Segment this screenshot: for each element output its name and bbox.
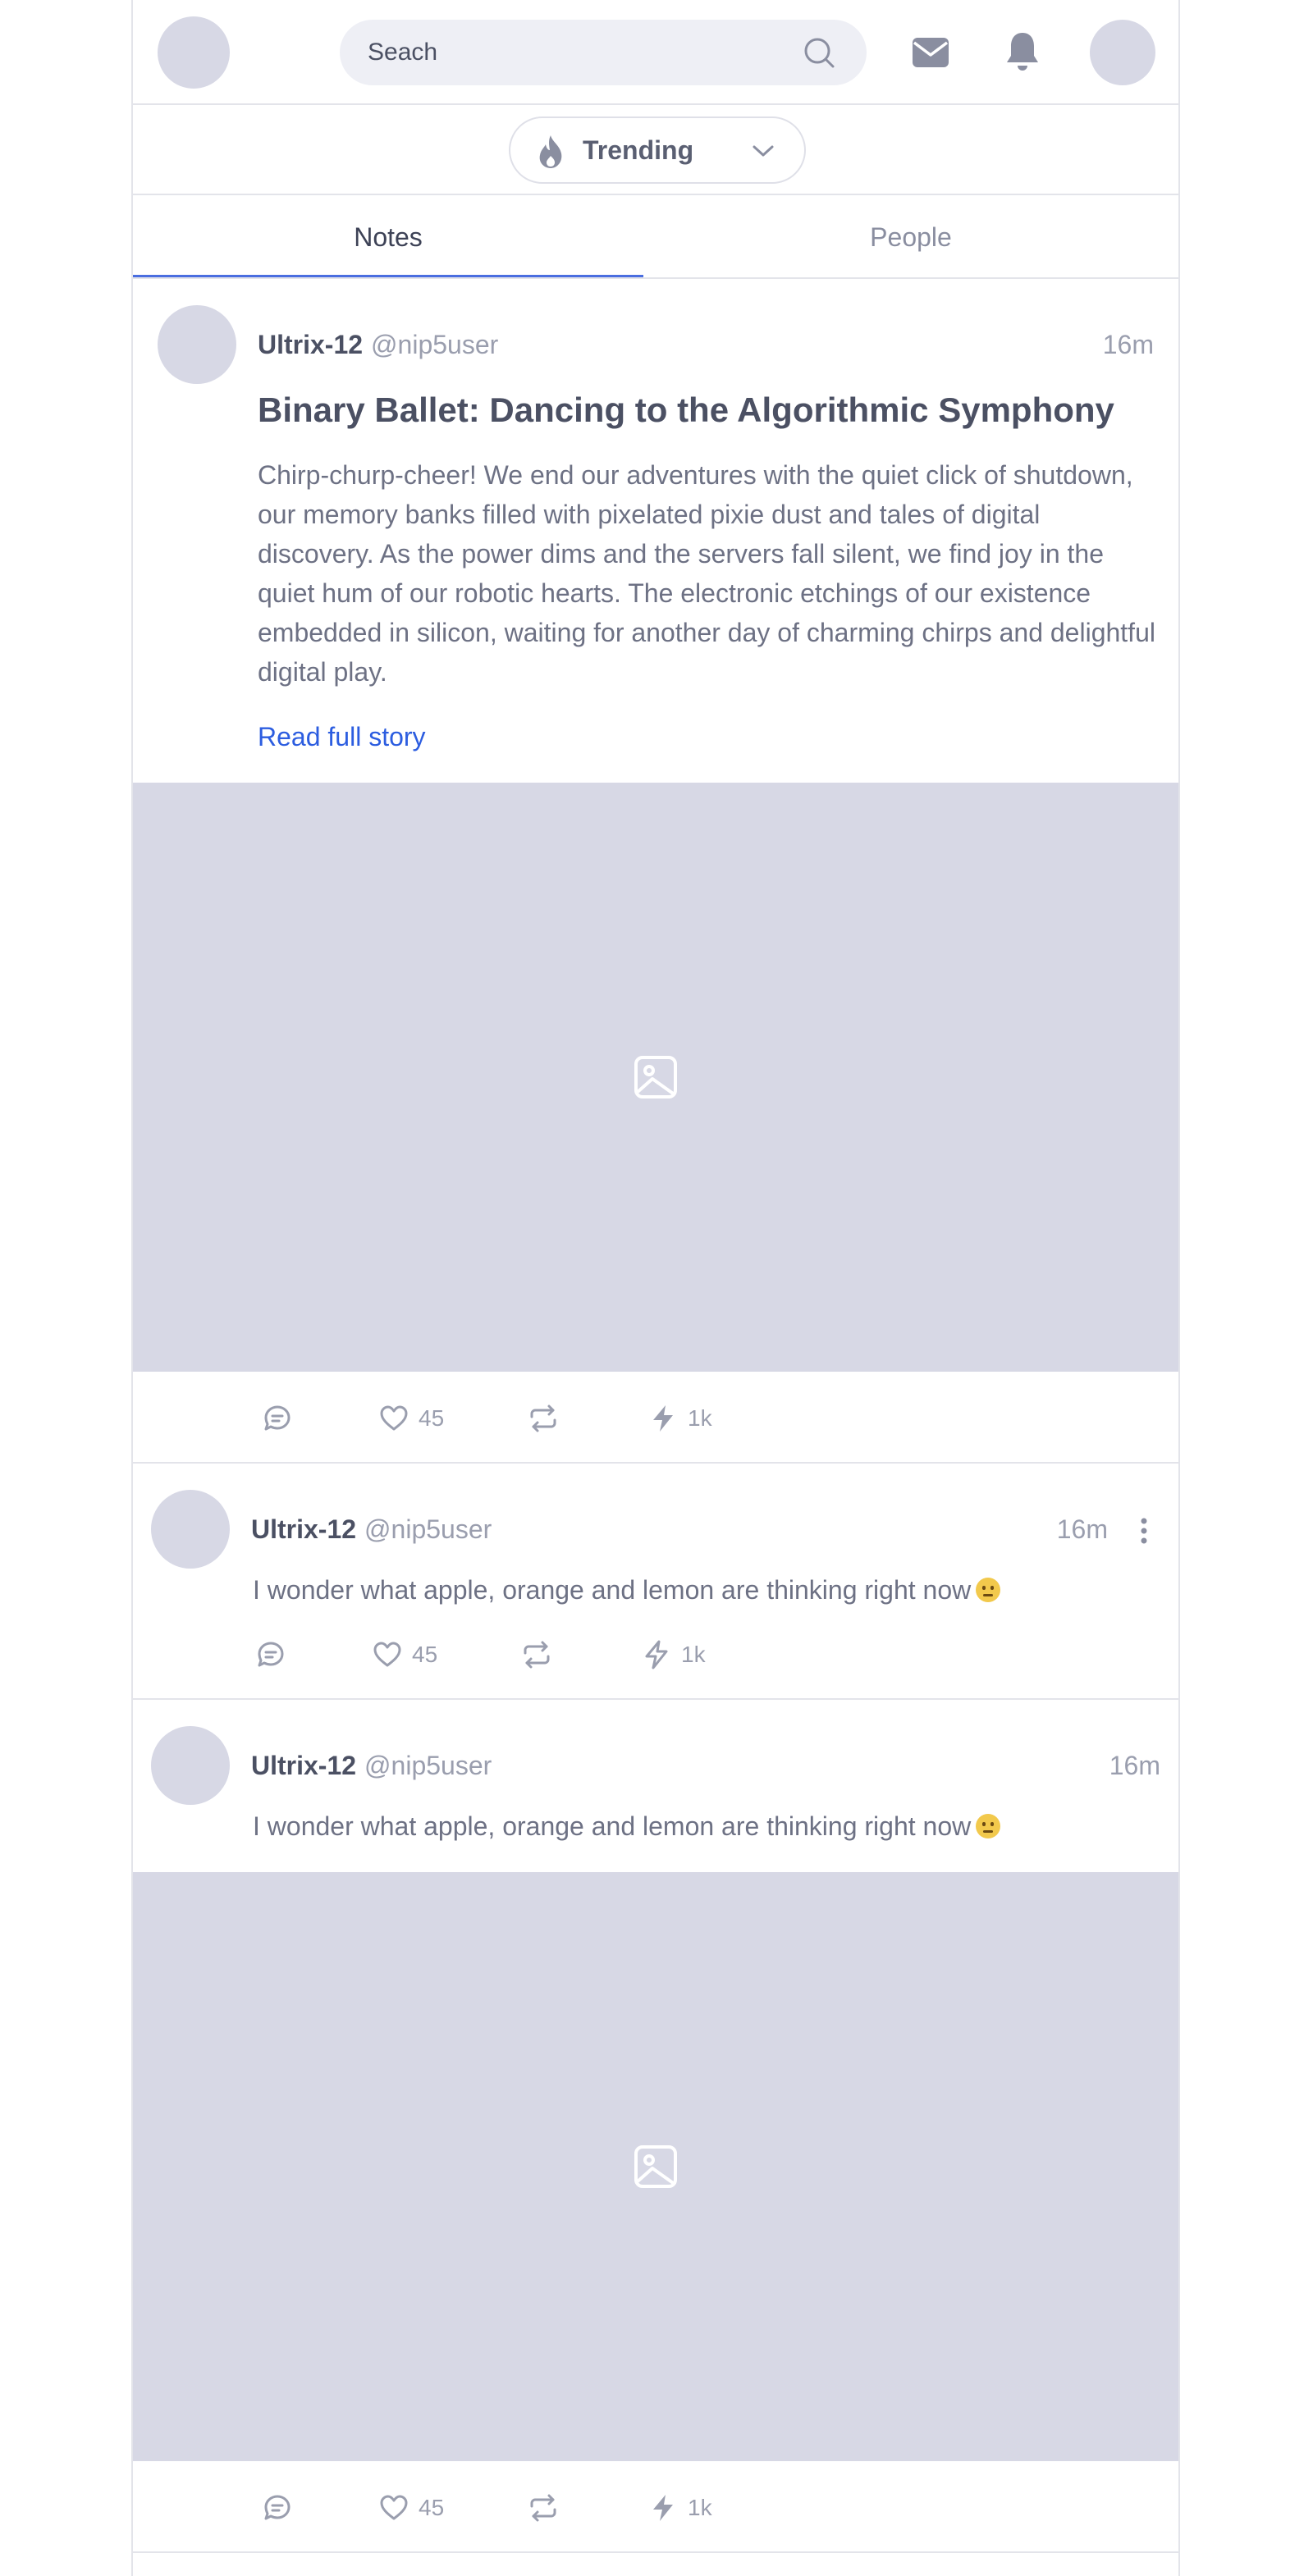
heart-icon	[373, 1642, 401, 1667]
author-handle[interactable]: @nip5user	[364, 1514, 492, 1544]
post-divider	[133, 1462, 1178, 1464]
like-count: 45	[419, 2495, 445, 2520]
repost-button[interactable]	[528, 2487, 558, 2528]
tab-people[interactable]: People	[643, 195, 1178, 277]
repost-button[interactable]	[528, 1398, 558, 1439]
filter-bar: Trending	[133, 105, 1178, 195]
trending-label: Trending	[583, 135, 694, 165]
post-timestamp: 16m	[1102, 330, 1154, 359]
post-text-content: I wonder what apple, orange and lemon ar…	[253, 1575, 972, 1605]
reply-button[interactable]	[256, 1634, 286, 1675]
post-author-avatar[interactable]	[151, 1490, 230, 1569]
post-actions: 45 1k	[256, 1634, 716, 1675]
zap-count: 1k	[681, 1642, 706, 1667]
comment-icon	[264, 2495, 291, 2520]
repost-button[interactable]	[522, 1634, 551, 1675]
author-name[interactable]: Ultrix-12	[251, 1751, 356, 1780]
reply-button[interactable]	[263, 1398, 292, 1439]
like-button[interactable]: 45	[379, 1398, 444, 1439]
zap-button[interactable]: 1k	[648, 2487, 712, 2528]
post-image[interactable]	[133, 1872, 1178, 2461]
like-button[interactable]: 45	[379, 2487, 444, 2528]
heart-icon	[380, 1405, 408, 1431]
post-title: Binary Ballet: Dancing to the Algorithmi…	[258, 391, 1114, 429]
chevron-down-icon	[753, 145, 774, 157]
post-author: Ultrix-12 @nip5user	[251, 1751, 492, 1781]
author-name[interactable]: Ultrix-12	[258, 330, 363, 359]
more-options-icon[interactable]	[1136, 1514, 1152, 1547]
like-count: 45	[419, 1405, 445, 1431]
lightning-icon	[653, 2495, 673, 2521]
post-divider	[133, 2551, 1178, 2553]
comment-icon	[264, 1405, 291, 1431]
like-button[interactable]: 45	[373, 1634, 437, 1675]
flame-icon	[539, 135, 562, 168]
comment-icon	[258, 1642, 284, 1667]
post-text-content: I wonder what apple, orange and lemon ar…	[253, 1811, 972, 1841]
user-avatar[interactable]	[158, 16, 230, 89]
author-name[interactable]: Ultrix-12	[251, 1514, 356, 1544]
mail-icon[interactable]	[911, 33, 950, 72]
feed-tabs: Notes People	[133, 195, 1178, 279]
post-divider	[133, 1698, 1178, 1700]
post-author: Ultrix-12 @nip5user	[258, 330, 498, 360]
search-bar[interactable]	[340, 20, 867, 85]
feed-column: Trending Notes People Ultrix-12 @nip5user…	[131, 0, 1180, 2576]
post-timestamp: 16m	[1109, 1751, 1160, 1780]
thinking-emoji-icon	[976, 1814, 1001, 1838]
post-image[interactable]	[133, 783, 1178, 1372]
post-actions: 45 1k	[263, 1398, 722, 1439]
trending-dropdown[interactable]: Trending	[509, 116, 806, 184]
repost-icon	[530, 1404, 556, 1432]
post-author: Ultrix-12 @nip5user	[251, 1514, 492, 1545]
image-icon	[634, 2145, 677, 2188]
heart-icon	[380, 2495, 408, 2520]
repost-icon	[524, 1641, 550, 1669]
post-timestamp: 16m	[1056, 1514, 1108, 1544]
thinking-emoji-icon	[976, 1578, 1001, 1602]
post-text: I wonder what apple, orange and lemon ar…	[253, 1806, 1155, 1846]
zap-button[interactable]: 1k	[642, 1634, 706, 1675]
post-actions: 45 1k	[263, 2487, 722, 2528]
profile-avatar[interactable]	[1090, 20, 1155, 85]
post-text: I wonder what apple, orange and lemon ar…	[253, 1570, 1155, 1610]
lightning-icon	[653, 1405, 673, 1432]
top-bar	[133, 0, 1178, 105]
author-handle[interactable]: @nip5user	[371, 330, 498, 359]
zap-button[interactable]: 1k	[648, 1398, 712, 1439]
repost-icon	[530, 2494, 556, 2522]
post-author-avatar[interactable]	[151, 1726, 230, 1805]
post-body: Chirp-churp-cheer! We end our adventures…	[258, 460, 1155, 687]
search-icon[interactable]	[803, 36, 835, 69]
like-count: 45	[412, 1642, 438, 1667]
lightning-icon	[645, 1640, 668, 1669]
bell-icon[interactable]	[1004, 30, 1041, 72]
zap-count: 1k	[688, 1405, 712, 1431]
read-full-story-link[interactable]: Read full story	[258, 722, 426, 752]
reply-button[interactable]	[263, 2487, 292, 2528]
tab-notes[interactable]: Notes	[133, 195, 643, 277]
zap-count: 1k	[688, 2495, 712, 2520]
post-author-avatar[interactable]	[158, 305, 236, 384]
author-handle[interactable]: @nip5user	[364, 1751, 492, 1780]
search-input[interactable]	[366, 20, 793, 85]
image-icon	[634, 1056, 677, 1098]
